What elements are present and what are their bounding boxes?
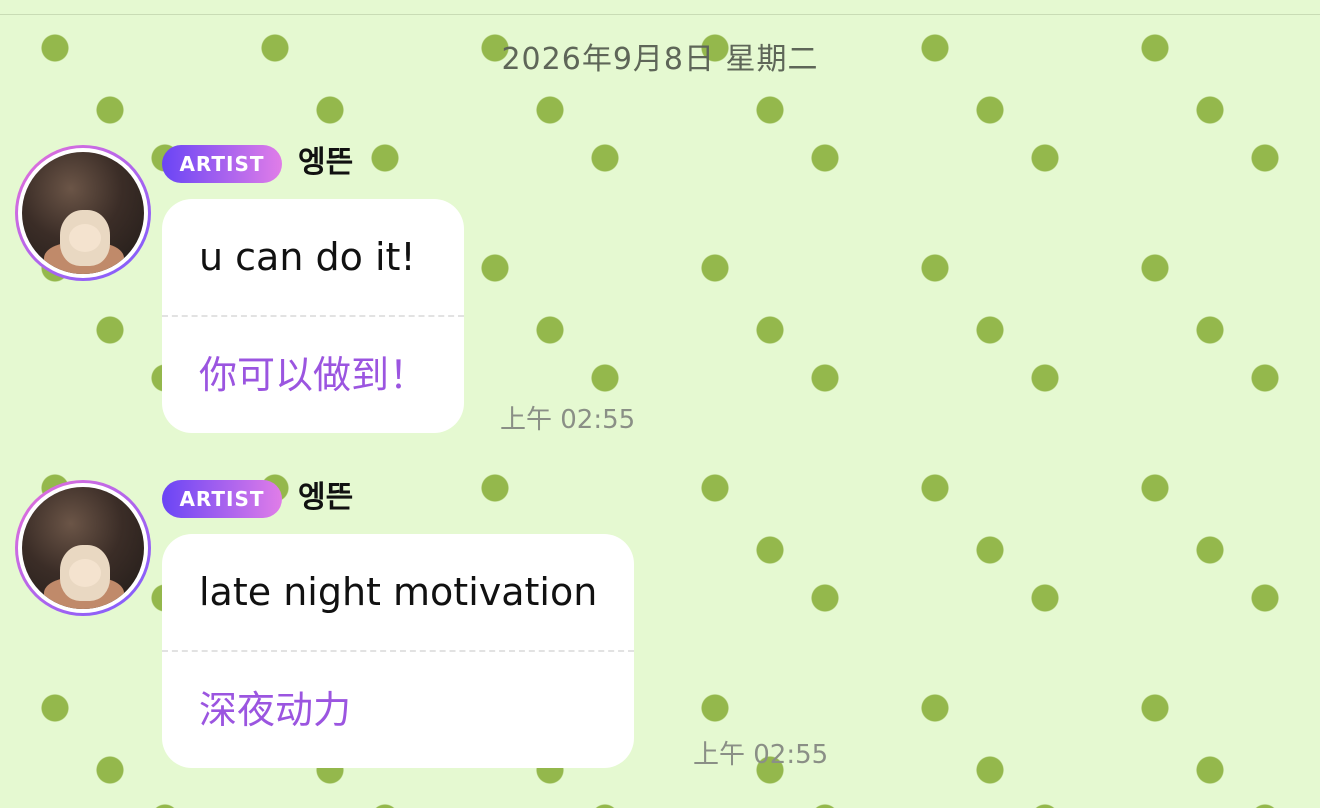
date-separator: 2026年9月8日 星期二: [501, 42, 819, 77]
sender-name[interactable]: 엥뜬: [298, 478, 353, 518]
message-timestamp: 上午 02:55: [500, 405, 636, 435]
avatar-photo: [22, 152, 144, 274]
message-timestamp: 上午 02:55: [693, 740, 829, 770]
message-bubble[interactable]: late night motivation 深夜动力: [162, 534, 635, 768]
sender-name[interactable]: 엥뜬: [298, 143, 353, 183]
header-divider: [0, 14, 1320, 15]
message-text: late night motivation: [162, 534, 635, 652]
artist-avatar[interactable]: [15, 480, 151, 616]
message-translation: 你可以做到！: [199, 353, 428, 397]
message-text: u can do it!: [162, 199, 465, 317]
message-bubble[interactable]: u can do it! 你可以做到！: [162, 199, 465, 433]
artist-badge: ARTIST: [162, 480, 282, 518]
artist-avatar[interactable]: [15, 145, 151, 281]
avatar-photo: [22, 487, 144, 609]
artist-badge: ARTIST: [162, 145, 282, 183]
message-translation: 深夜动力: [199, 688, 352, 732]
